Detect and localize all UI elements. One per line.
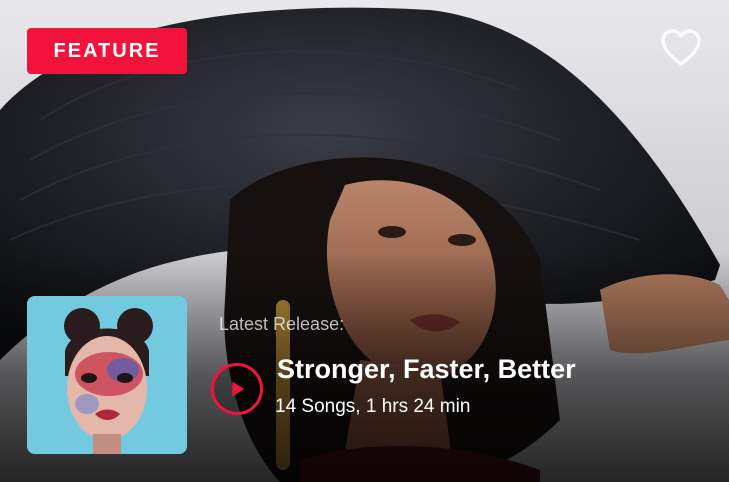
feature-card[interactable]: FEATURE Latest Release: Stronger, Faster… — [0, 0, 729, 482]
album-art-image — [27, 296, 187, 454]
latest-release-label: Latest Release: — [219, 314, 345, 334]
release-title[interactable]: Stronger, Faster, Better — [277, 354, 576, 385]
heart-outline-icon — [661, 29, 701, 66]
release-meta: 14 Songs, 1 hrs 24 min — [275, 396, 471, 417]
play-icon — [232, 381, 245, 397]
feature-badge: FEATURE — [27, 28, 187, 74]
favorite-button[interactable] — [660, 28, 702, 68]
album-cover[interactable] — [27, 296, 187, 454]
play-button[interactable] — [211, 363, 263, 415]
